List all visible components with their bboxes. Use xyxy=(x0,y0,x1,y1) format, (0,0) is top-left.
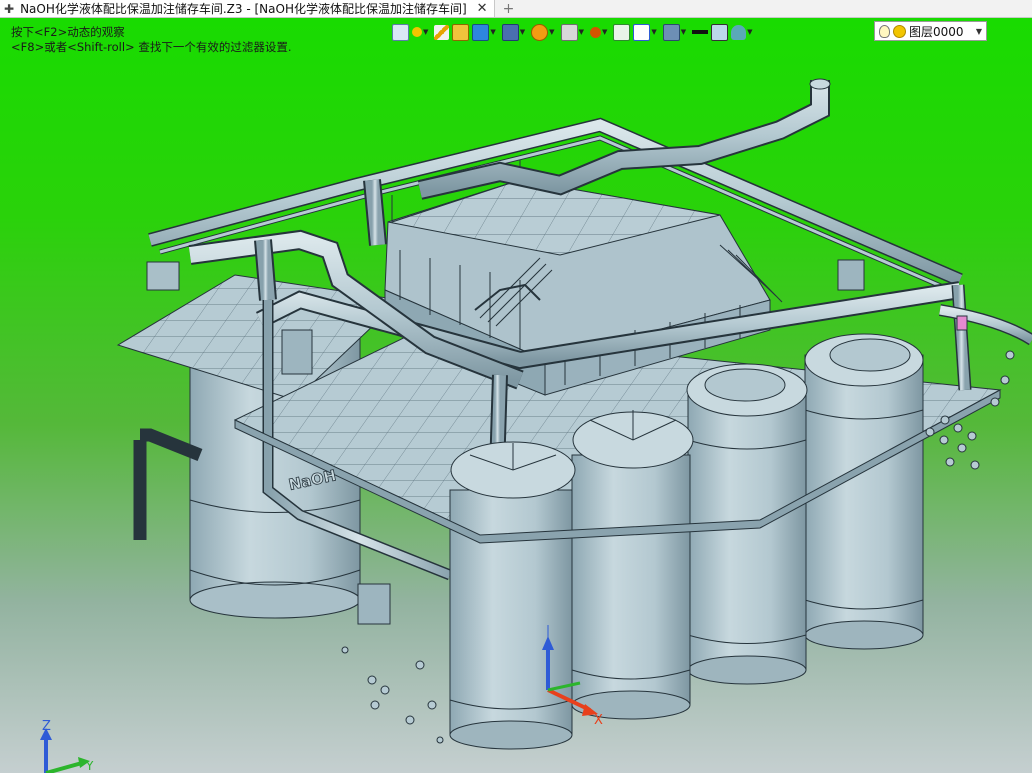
fill-color-icon[interactable] xyxy=(711,23,729,41)
chevron-down-icon[interactable]: ▼ xyxy=(976,27,982,36)
add-tab-icon[interactable]: + xyxy=(503,1,515,17)
box-icon[interactable] xyxy=(452,23,470,41)
grid-icon[interactable] xyxy=(613,23,631,41)
view-triad-z-label: Z xyxy=(42,719,51,734)
tank[interactable] xyxy=(449,441,576,750)
layer-select[interactable]: 图层0000 ▼ xyxy=(874,21,987,41)
tab-title[interactable]: NaOH化学液体配比保温加注储存车间.Z3 - [NaOH化学液体配比保温加注储… xyxy=(20,0,467,17)
bulb-icon[interactable] xyxy=(879,24,890,38)
pin-icon[interactable]: ✚ xyxy=(4,2,14,16)
window-icon[interactable]: ▼ xyxy=(633,23,659,41)
monitor-icon[interactable]: ▼ xyxy=(662,23,689,41)
valve-cluster[interactable] xyxy=(341,646,444,744)
hint-line-1: 按下<F2>动态的观察 xyxy=(11,25,125,39)
view-toolbar: ▼ ▼ ▼ ▼ ▼ ▼ ▼ ▼ ▼ xyxy=(392,22,756,42)
plant-model[interactable] xyxy=(116,78,1032,750)
line-color-icon[interactable] xyxy=(692,23,709,41)
view-triad-y-label: Y xyxy=(85,759,94,773)
render-icon[interactable]: ▼ xyxy=(531,23,557,41)
view-triad[interactable] xyxy=(40,728,90,773)
document-tab-bar: ✚ NaOH化学液体配比保温加注储存车间.Z3 - [NaOH化学液体配比保温加… xyxy=(0,0,1032,18)
layer-active-icon[interactable] xyxy=(893,24,906,38)
3d-viewport[interactable]: NaOH X Z Y xyxy=(0,17,1032,773)
cube-icon[interactable]: ▼ xyxy=(472,23,498,41)
tank[interactable] xyxy=(571,410,694,720)
assembly-icon[interactable]: ▼ xyxy=(501,23,528,41)
transform-icon[interactable]: ▼ xyxy=(589,23,610,41)
pointer-icon[interactable]: ▼ xyxy=(412,23,431,41)
insert-icon[interactable] xyxy=(392,23,409,41)
hint-line-2: <F8>或者<Shift-roll> 查找下一个有效的过滤器设置. xyxy=(11,40,292,54)
layer-color-icon[interactable]: ▼ xyxy=(731,23,755,41)
pen-icon[interactable] xyxy=(434,23,450,41)
origin-x-label: X xyxy=(594,713,603,728)
display-icon[interactable]: ▼ xyxy=(560,23,587,41)
layer-name: 图层0000 xyxy=(909,24,964,39)
close-icon[interactable]: ✕ xyxy=(477,1,488,16)
document-tab[interactable]: ✚ NaOH化学液体配比保温加注储存车间.Z3 - [NaOH化学液体配比保温加… xyxy=(0,0,495,17)
